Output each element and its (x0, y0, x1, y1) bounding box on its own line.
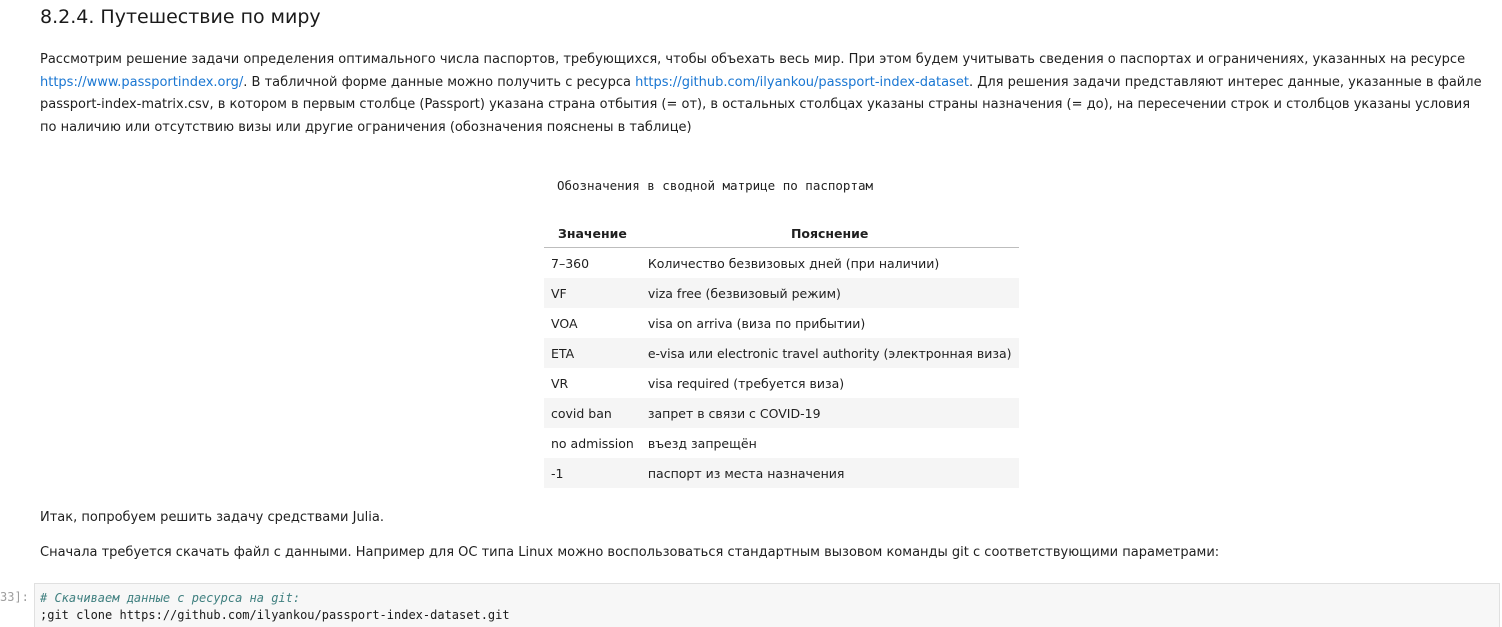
table-cell: запрет в связи с COVID-19 (640, 398, 1019, 428)
table-row: VOA visa on arriva (виза по прибытии) (544, 308, 1019, 338)
table-cell: VR (551, 375, 569, 391)
download-paragraph: Сначала требуется скачать файл с данными… (40, 545, 1220, 560)
cell-prompt: 33]: (0, 590, 29, 604)
intro-paragraph: Рассмотрим решение задачи определения оп… (40, 49, 1485, 139)
code-comment: # Скачиваем данные с ресурса на git: (40, 591, 301, 605)
table-cell: -1 (544, 458, 641, 488)
table-row: -1 паспорт из места назначения (544, 458, 1019, 488)
table-cell: VF (544, 278, 641, 308)
table-cell: Количество безвизовых дней (при наличии) (647, 255, 940, 271)
table-cell: 7–360 (551, 255, 590, 271)
table-cell: паспорт из места назначения (640, 458, 1019, 488)
table-row: VF viza free (безвизовый режим) (544, 278, 1019, 308)
header-explanation: Пояснение (640, 220, 1019, 248)
intro-text-1: Рассмотрим решение задачи определения оп… (40, 52, 1466, 67)
table-cell: no admission (551, 435, 634, 451)
table-caption: Обозначения в сводной матрице по паспорт… (556, 178, 874, 193)
table-row: no admission въезд запрещён (544, 428, 1019, 458)
table-header-row: Значение Пояснение (544, 220, 1019, 248)
table-row: covid ban запрет в связи с COVID-19 (544, 398, 1019, 428)
code-cell[interactable]: # Скачиваем данные с ресурса на git: ;gi… (34, 583, 1500, 627)
table-cell: viza free (безвизовый режим) (640, 278, 1019, 308)
legend-table: Значение Пояснение 7–360 Количество безви… (544, 220, 1019, 488)
github-dataset-link[interactable]: https://github.com/ilyankou/passport-ind… (635, 75, 969, 90)
code-editor[interactable]: # Скачиваем данные с ресурса на git: ;gi… (40, 590, 510, 624)
code-command: ;git clone https://github.com/ilyankou/p… (40, 608, 510, 622)
header-value: Значение (544, 220, 641, 248)
table-row: 7–360 Количество безвизовых дней (при нал… (544, 248, 1019, 279)
table-row: ETA e-visa или electronic travel authorit… (544, 338, 1019, 368)
passportindex-link[interactable]: https://www.passportindex.org/ (40, 75, 243, 90)
table-cell: VOA (551, 315, 578, 331)
julia-paragraph: Итак, попробуем решить задачу средствами… (40, 510, 385, 525)
table-cell: ETA (544, 338, 641, 368)
table-cell: e-visa или electronic travel authority (… (640, 338, 1019, 368)
table-cell: covid ban (544, 398, 641, 428)
section-heading: 8.2.4. Путешествие по миру (40, 6, 321, 28)
table-cell: visa required (требуется виза) (647, 375, 845, 391)
table-cell: visa on arriva (виза по прибытии) (647, 315, 866, 331)
table-cell: въезд запрещён (647, 435, 757, 451)
intro-text-2: . В табличной форме данные можно получит… (243, 74, 631, 90)
table-row: VR visa required (требуется виза) (544, 368, 1019, 398)
